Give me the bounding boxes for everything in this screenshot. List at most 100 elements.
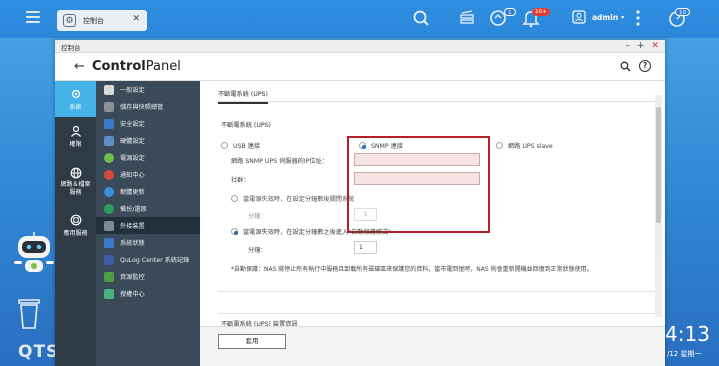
window-header: ← ControlPanel ? [55,53,665,81]
back-arrow-icon[interactable]: ← [74,59,85,74]
rail-item-system[interactable]: 系統 [55,81,96,117]
hardware-icon [104,135,114,146]
rail-label: 系統 [69,104,82,111]
control-panel-window: 控制台 – + ✕ ← ControlPanel ? 系統 權限 網路＆檔案服務 [55,40,665,366]
submenu-label: 安全設定 [120,121,145,128]
submenu-item-external-device[interactable]: 外接裝置 [96,217,200,234]
submenu-item-security[interactable]: 安全設定 [96,115,200,132]
section-divider [218,291,658,292]
firmware-icon [104,186,114,197]
submenu-item-system-status[interactable]: 系統狀態 [96,234,200,251]
help-icon[interactable]: ? [639,60,651,72]
auto-protection-note: *自動保護：NAS 將停止所有執行中服務且卸載所有磁碟區來保護您的資料，當市電回… [231,266,593,273]
license-icon [104,288,114,299]
rail-label: 應用服務 [63,230,88,237]
user-name: admin [592,12,619,22]
main-menu-icon[interactable] [26,11,40,23]
minutes-label: 分鐘： [248,247,267,254]
user-menu[interactable]: admin ▾ [572,10,624,24]
submenu-item-general[interactable]: 一般設定 [96,81,200,98]
submenu-label: 系統狀態 [120,240,145,247]
apply-button[interactable]: 套用 [218,334,286,349]
submenu-label: 一般設定 [120,87,145,94]
search-icon[interactable] [412,8,430,28]
resource-monitor-icon [104,271,114,282]
rail-label: 權限 [69,141,82,148]
submenu-label: 授權中心 [120,291,145,298]
community-input[interactable] [354,172,480,185]
submenu-label: QuLog Center 系統記錄 [120,257,190,264]
submenu-item-backup[interactable]: 備份/還原 [96,200,200,217]
notification-badge: 10+ [532,8,550,16]
content-scrollbar[interactable] [655,95,662,317]
tab-divider [218,101,658,102]
radio-usb[interactable]: USB 連接 [221,141,260,150]
section-divider [218,313,658,314]
info-badge: 10 [675,8,690,16]
close-tab-button[interactable]: ✕ [132,14,140,24]
taskbar: ⚙ 控制台 ✕ 1 10+ admin ▾ 10 [0,0,719,38]
radio-shutdown[interactable]: 當電源失效時，在設定分鐘數後關閉系統 [231,194,354,203]
system-status-icon [104,237,114,248]
radio-dot [231,195,238,202]
rail-label: 網路＆檔案服務 [60,181,91,196]
trash-icon[interactable] [16,298,42,332]
radio-label: 當電源失效時，在設定分鐘數後關閉系統 [243,196,355,203]
submenu-label: 通知中心 [120,172,145,179]
power-icon [104,152,114,163]
submenu-item-license[interactable]: 授權中心 [96,285,200,302]
user-icon [70,125,81,137]
backup-icon [104,203,114,214]
submenu-item-notification[interactable]: 通知中心 [96,166,200,183]
system-submenu: 一般設定 儲存與快照總管 安全設定 硬體設定 電源設定 通知中心 韌體更新 備份… [96,81,200,366]
window-title: 控制台 [61,44,81,52]
tab-label: 控制台 [83,16,104,25]
storage-icon [104,101,114,112]
submenu-label: 韌體更新 [120,189,145,196]
submenu-label: 資源監控 [120,274,145,281]
rail-item-network[interactable]: 網路＆檔案服務 [55,167,96,201]
gear-icon [71,89,80,99]
submenu-item-power[interactable]: 電源設定 [96,149,200,166]
close-window-button[interactable]: ✕ [651,40,659,53]
radio-label: USB 連接 [233,143,261,150]
submenu-item-hardware[interactable]: 硬體設定 [96,132,200,149]
protection-minutes-input[interactable]: 1 [354,241,377,254]
external-device-icon [104,220,114,231]
more-options-icon[interactable] [635,8,641,28]
submenu-item-storage[interactable]: 儲存與快照總管 [96,98,200,115]
category-rail: 系統 權限 網路＆檔案服務 應用服務 [55,81,96,366]
scrollbar-thumb[interactable] [656,107,661,223]
radio-dot [221,142,228,149]
rail-item-apps[interactable]: 應用服務 [55,214,96,244]
window-titlebar[interactable]: 控制台 – + ✕ [55,40,665,53]
community-label: 社群： [231,177,250,184]
tab-control-panel[interactable]: ⚙ 控制台 ✕ [57,10,147,31]
assistant-robot-icon[interactable] [12,232,56,280]
ups-settings-panel: 不斷電系統 (UPS) 不斷電系統 (UPS) USB 連接 SNMP 連接 網… [200,81,665,366]
chevron-down-icon: ▾ [621,13,625,21]
stack-icon[interactable] [458,8,476,28]
submenu-label: 外接裝置 [120,223,145,230]
radio-auto-protection[interactable]: 當電源失效時，在設定分鐘數之後進入"自動保護模式" [231,227,391,236]
search-icon[interactable] [620,61,631,74]
qts-logo: QTS [18,342,60,362]
shutdown-minutes-input: 5 [354,208,377,221]
radio-network-slave[interactable]: 網路 UPS slave [496,141,553,150]
submenu-item-firmware[interactable]: 韌體更新 [96,183,200,200]
submenu-item-qulog[interactable]: QuLog Center 系統記錄 [96,251,200,268]
app-title-part1: Control [92,59,146,74]
notification-center-icon [104,169,114,180]
app-title: ControlPanel [92,59,181,74]
rail-item-privilege[interactable]: 權限 [55,125,96,155]
apps-icon [70,214,81,226]
snmp-ip-label: 網路 SNMP UPS 伺服器的IP位址： [231,158,328,165]
submenu-item-resource-monitor[interactable]: 資源監控 [96,268,200,285]
update-badge: 1 [504,8,516,16]
desktop-date: /12 星期一 [667,350,702,358]
desktop-clock: 4:13 [665,322,710,346]
maximize-button[interactable]: + [637,40,645,53]
minimize-button[interactable]: – [625,40,630,53]
snmp-ip-input[interactable] [354,153,480,166]
submenu-label: 儲存與快照總管 [120,104,164,111]
